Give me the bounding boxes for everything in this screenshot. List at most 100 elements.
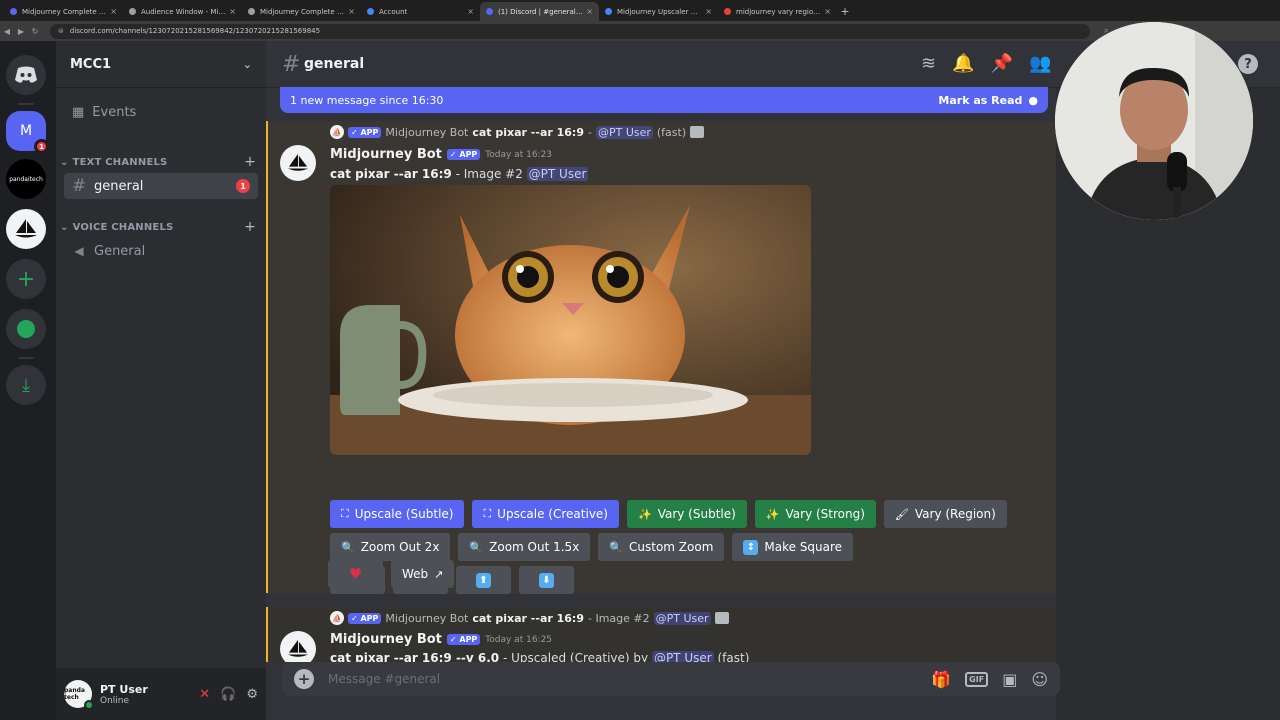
channel-general[interactable]: # general 1 — [64, 173, 258, 199]
threads-icon[interactable]: ≋ — [921, 53, 936, 74]
server-icon-pandaitech[interactable]: pandaitech — [6, 159, 46, 199]
gift-icon[interactable]: 🎁 — [931, 670, 951, 689]
tab-close-icon[interactable]: × — [348, 7, 355, 16]
address-bar[interactable]: ⊜ discord.com/channels/12307202152815698… — [50, 23, 1090, 39]
discord-home-button[interactable] — [6, 55, 46, 95]
category-text-channels[interactable]: ⌄ TEXT CHANNELS + — [60, 154, 256, 170]
username: PT User — [100, 682, 148, 696]
midjourney-sailboat-icon — [15, 219, 37, 238]
message-input[interactable]: Message #general — [328, 672, 440, 686]
channel-title: general — [304, 56, 365, 72]
presenter-video — [1055, 22, 1253, 220]
tab-close-icon[interactable]: × — [467, 7, 474, 16]
favorite-button[interactable]: ♥ — [328, 560, 383, 588]
heart-icon: ♥ — [348, 565, 363, 583]
forward-icon[interactable]: ▶ — [14, 27, 28, 36]
mark-as-read-button[interactable]: Mark as Read ● — [938, 94, 1038, 107]
new-messages-bar[interactable]: 1 new message since 16:30 Mark as Read ● — [280, 87, 1048, 113]
app-tag: ✓ APP — [348, 612, 382, 624]
message: ⛵ ✓ APP Midjourney Bot cat pixar --ar 16… — [266, 607, 1056, 662]
author-name[interactable]: Midjourney Bot — [330, 147, 442, 162]
custom-zoom-button[interactable]: 🔍 Custom Zoom — [598, 533, 725, 561]
sticker-icon[interactable]: ▣ — [1002, 670, 1017, 689]
action-buttons-row-1: ⛶ Upscale (Subtle) ⛶ Upscale (Creative) ✨ V… — [330, 500, 1007, 528]
chevron-down-icon: ⌄ — [60, 156, 69, 168]
message-header: Midjourney Bot ✓ APP Today at 16:23 — [330, 147, 552, 162]
tab-favicon-icon — [605, 8, 612, 15]
vary-strong-button[interactable]: ✨ Vary (Strong) — [754, 500, 876, 528]
vary-region-button[interactable]: 🖌 Vary (Region) — [883, 500, 1007, 528]
avatar[interactable]: panda tech — [64, 680, 94, 710]
browser-toolbar: ◀ ▶ ↻ ⊜ discord.com/channels/12307202152… — [0, 21, 1280, 41]
zoom-out-2x-button[interactable]: 🔍 Zoom Out 2x — [330, 533, 451, 561]
category-voice-channels[interactable]: ⌄ VOICE CHANNELS + — [60, 219, 256, 235]
headphones-icon[interactable]: 🎧 — [220, 687, 236, 702]
browser-tab[interactable]: Account × — [361, 2, 480, 21]
tab-close-icon[interactable]: × — [705, 7, 712, 16]
web-link-button[interactable]: Web ↗ — [391, 560, 455, 588]
bot-avatar[interactable] — [280, 631, 316, 662]
add-attachment-icon[interactable]: + — [294, 669, 314, 689]
help-icon[interactable]: ? — [1238, 54, 1258, 74]
mute-microphone-icon[interactable]: ✕ — [199, 687, 210, 702]
message-content: cat pixar --ar 16:9 --v 6.0 - Upscaled (… — [330, 651, 749, 662]
make-square-button[interactable]: ↕ Make Square — [732, 533, 854, 561]
new-tab-button[interactable]: + — [837, 2, 853, 21]
tab-close-icon[interactable]: × — [229, 7, 236, 16]
pin-icon[interactable]: 📌 — [991, 53, 1013, 74]
bot-avatar-mini: ⛵ — [330, 125, 344, 139]
tab-close-icon[interactable]: × — [824, 7, 831, 16]
bot-avatar[interactable] — [280, 145, 316, 181]
magnifier-icon: 🔍 — [609, 540, 623, 554]
gif-icon[interactable]: GIF — [965, 671, 989, 687]
zoom-out-1-5x-button[interactable]: 🔍 Zoom Out 1.5x — [458, 533, 591, 561]
server-name: MCC1 — [70, 56, 112, 72]
bell-icon[interactable]: 🔔 — [952, 53, 974, 74]
gear-icon[interactable]: ⚙ — [246, 687, 258, 702]
server-header[interactable]: MCC1 ⌄ — [56, 41, 266, 88]
browser-tab[interactable]: Audience Window - Midjourney× — [123, 2, 242, 21]
upscale-creative-button[interactable]: ⛶ Upscale (Creative) — [472, 500, 619, 528]
server-icon-mcc1[interactable]: M 1 — [6, 111, 49, 154]
browser-tab[interactable]: midjourney vary region not× — [718, 2, 837, 21]
browser-tab-active[interactable]: (1) Discord | #general | MCC1× — [480, 2, 599, 21]
browser-tab[interactable]: Midjourney Upscaler Models× — [599, 2, 718, 21]
author-name[interactable]: Midjourney Bot — [330, 632, 442, 647]
upscale-subtle-button[interactable]: ⛶ Upscale (Subtle) — [330, 500, 465, 528]
reply-preview[interactable]: ⛵ ✓ APP Midjourney Bot cat pixar --ar 16… — [330, 125, 705, 139]
pan-down-button[interactable]: ⬇ — [519, 566, 574, 594]
reload-icon[interactable]: ↻ — [28, 27, 42, 36]
tab-favicon-icon — [129, 8, 136, 15]
site-info-icon[interactable]: ⊜ — [58, 27, 64, 35]
voice-channel-general[interactable]: ◀ General — [64, 238, 258, 264]
events-item[interactable]: ▦ Events — [64, 98, 258, 126]
create-channel-icon[interactable]: + — [244, 154, 256, 170]
sparkle-wand-icon: ✨ — [637, 507, 652, 521]
sparkle-wand-icon: ✨ — [765, 507, 780, 521]
explore-servers-button[interactable] — [6, 309, 46, 349]
message-header: Midjourney Bot ✓ APP Today at 16:25 — [330, 632, 552, 647]
members-icon[interactable]: 👥 — [1029, 53, 1051, 74]
upscale-icon: ⛶ — [341, 507, 349, 520]
action-buttons-row-2: 🔍 Zoom Out 2x 🔍 Zoom Out 1.5x 🔍 Custom Zoom… — [330, 533, 854, 561]
channel-sidebar: MCC1 ⌄ ▦ Events ⌄ TEXT CHANNELS + # gene… — [56, 41, 266, 720]
tab-close-icon[interactable]: × — [586, 7, 593, 16]
generated-image[interactable] — [330, 185, 811, 455]
pan-up-button[interactable]: ⬆ — [456, 566, 511, 594]
paintbrush-icon: 🖌 — [894, 507, 909, 521]
tab-close-icon[interactable]: × — [110, 7, 117, 16]
browser-tab[interactable]: Midjourney Complete Course× — [4, 2, 123, 21]
add-server-button[interactable]: + — [6, 259, 46, 299]
emoji-icon[interactable]: ☺ — [1031, 670, 1048, 689]
download-apps-button[interactable]: ⤓ — [6, 365, 46, 405]
server-icon-midjourney[interactable] — [6, 209, 46, 249]
vary-subtle-button[interactable]: ✨ Vary (Subtle) — [626, 500, 747, 528]
message-composer[interactable]: + Message #general 🎁 GIF ▣ ☺ — [282, 662, 1060, 696]
server-mention-badge: 1 — [34, 139, 49, 154]
url-text: discord.com/channels/1230720215281569842… — [69, 27, 321, 35]
reply-preview[interactable]: ⛵ ✓ APP Midjourney Bot cat pixar --ar 16… — [330, 611, 729, 625]
browser-tab[interactable]: Midjourney Complete Course× — [242, 2, 361, 21]
tab-favicon-icon — [486, 8, 493, 15]
create-channel-icon[interactable]: + — [244, 219, 256, 235]
back-icon[interactable]: ◀ — [0, 27, 14, 36]
